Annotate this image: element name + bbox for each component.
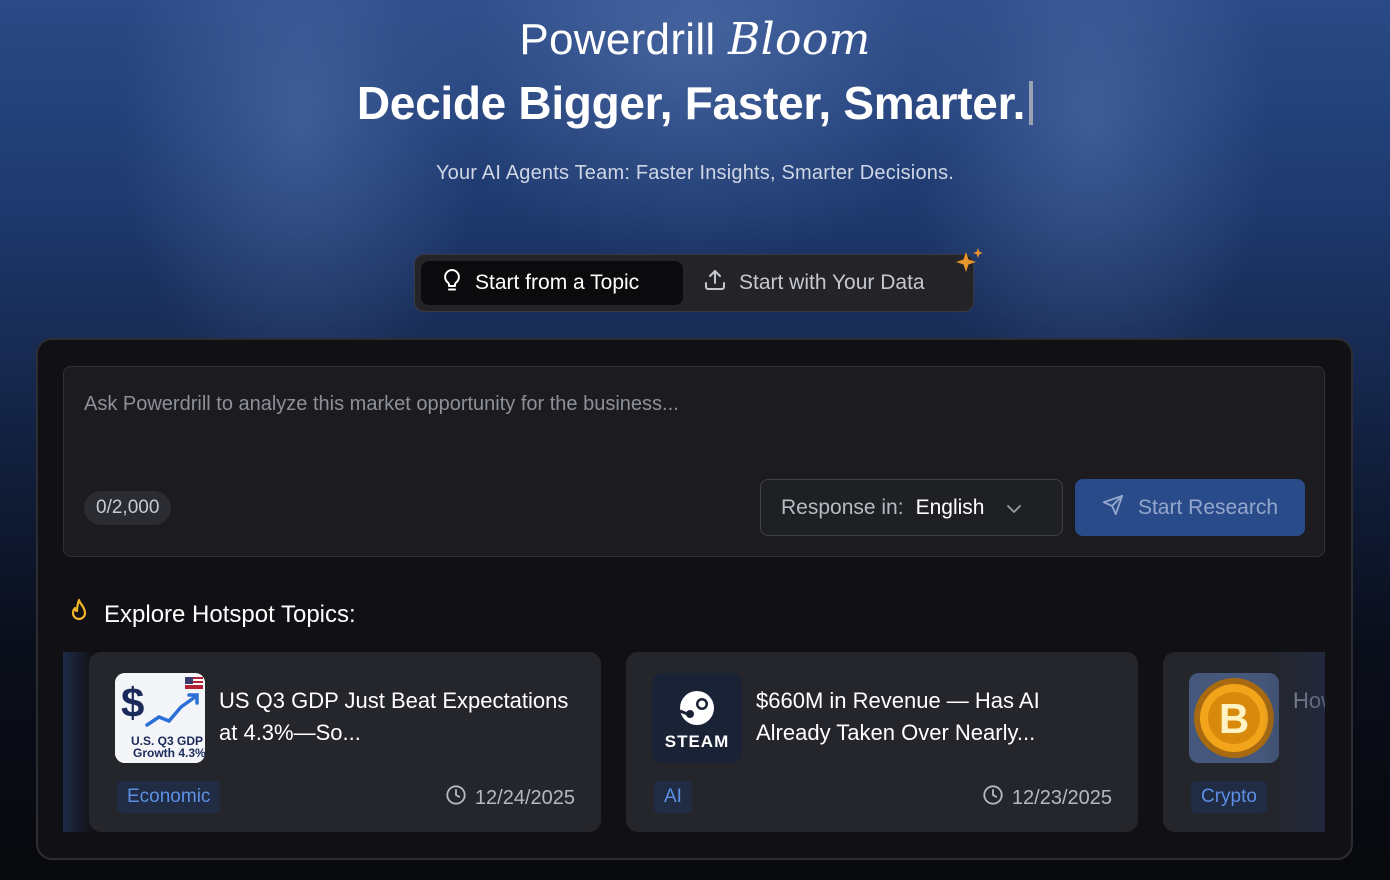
hotspot-title: Explore Hotspot Topics: (104, 601, 356, 628)
start-with-data-tab[interactable]: Start with Your Data (683, 261, 945, 305)
topic-card[interactable]: B How ye... Crypto (1163, 652, 1325, 832)
topic-card[interactable]: $ U.S. Q3 GDP Growth 4.3% US Q3 GDP Just… (89, 652, 601, 832)
clock-icon (982, 784, 1004, 812)
response-language-select[interactable]: Response in: English (760, 479, 1063, 536)
mode-switch: Start from a Topic Start with Your Data (414, 254, 974, 312)
topic-card-title: US Q3 GDP Just Beat Expectations at 4.3%… (219, 688, 569, 745)
topic-card-title: $660M in Revenue — Has AI Already Taken … (756, 688, 1040, 745)
bitcoin-thumbnail: B (1189, 673, 1279, 763)
start-with-data-label: Start with Your Data (739, 271, 925, 294)
hero-tagline: Decide Bigger, Faster, Smarter. (356, 77, 1026, 129)
steam-thumbnail: STEAM (652, 673, 742, 763)
flame-icon (66, 598, 92, 633)
topic-card-title: How ye... (1293, 688, 1325, 713)
send-icon (1102, 494, 1124, 522)
topic-tag[interactable]: AI (654, 781, 692, 813)
typing-cursor (1029, 81, 1034, 125)
topic-date: 12/23/2025 (982, 783, 1112, 813)
steam-thumb-caption: STEAM (665, 732, 730, 751)
svg-text:$: $ (121, 679, 144, 726)
hero-subtitle: Your AI Agents Team: Faster Insights, Sm… (435, 162, 955, 184)
topic-card[interactable]: STEAM $660M in Revenue — Has AI Already … (626, 652, 1138, 832)
topic-date-value: 12/24/2025 (474, 786, 575, 809)
lightbulb-icon (441, 268, 463, 298)
prompt-box: 0/2,000 Response in: English Start Resea… (63, 366, 1325, 557)
topic-tag[interactable]: Economic (117, 781, 221, 813)
sparkle-icon (955, 246, 985, 281)
brand-suffix: Bloom (728, 14, 871, 65)
topic-tag[interactable]: Crypto (1191, 781, 1267, 813)
topic-date: 12/24/2025 (445, 783, 575, 813)
svg-text:B: B (1219, 695, 1249, 742)
char-count: 0/2,000 (84, 491, 172, 525)
start-from-topic-tab[interactable]: Start from a Topic (421, 261, 683, 305)
hotspot-carousel: $ U.S. Q3 GDP Growth 4.3% US Q3 GDP Just… (63, 652, 1325, 832)
hero-title: Powerdrill Bloom (0, 14, 1390, 65)
gdp-thumb-caption-2: Growth 4.3% (133, 746, 205, 760)
start-from-topic-label: Start from a Topic (475, 271, 640, 294)
clock-icon (445, 784, 467, 812)
chevron-down-icon (1006, 496, 1022, 520)
start-research-label: Start Research (1137, 495, 1279, 519)
upload-icon (703, 268, 727, 298)
hero-tagline-wrap: Decide Bigger, Faster, Smarter. (0, 76, 1390, 130)
topic-date-value: 12/23/2025 (1011, 786, 1112, 809)
response-label: Response in: (781, 495, 904, 519)
hotspot-heading: Explore Hotspot Topics: (66, 598, 356, 632)
prompt-input[interactable] (84, 389, 1304, 419)
gdp-thumbnail: $ U.S. Q3 GDP Growth 4.3% (115, 673, 205, 763)
brand-name: Powerdrill (519, 15, 716, 64)
start-research-button[interactable]: Start Research (1075, 479, 1305, 536)
response-language-value: English (915, 495, 985, 519)
